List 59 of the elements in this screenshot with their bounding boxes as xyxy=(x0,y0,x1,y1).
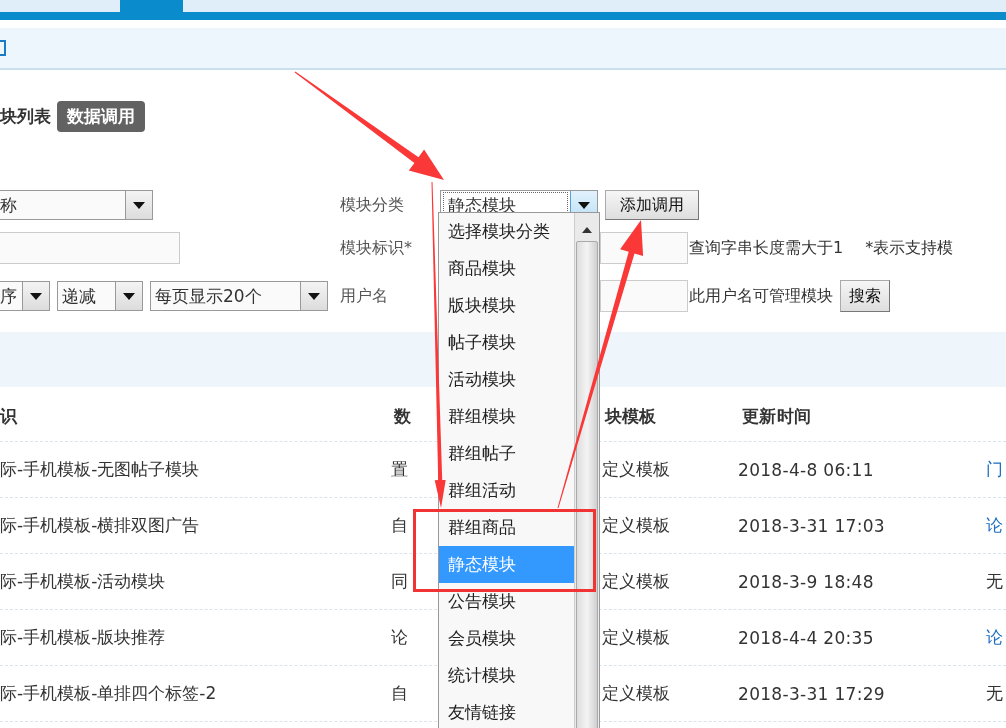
table-cell-text: 定义模板 xyxy=(602,570,672,593)
bracket-icon[interactable] xyxy=(0,40,6,56)
sort-order-select[interactable]: 递减 xyxy=(57,281,143,311)
dropdown-option[interactable]: 公告模块 xyxy=(448,583,516,620)
table-cell: 论 xyxy=(391,626,409,649)
table-cell-text: 际-手机模板-横排双图广告 xyxy=(0,514,201,537)
table-cell-text: 定义模板 xyxy=(602,626,672,649)
table-cell-text: 际-手机模板-活动模块 xyxy=(0,570,167,593)
data-call-tab[interactable]: 数据调用 xyxy=(57,100,145,132)
name-select[interactable]: 称 xyxy=(0,190,153,220)
dropdown-option[interactable]: 会员模块 xyxy=(448,620,516,657)
dropdown-option[interactable]: 统计模块 xyxy=(448,657,516,694)
sort-field-select[interactable]: 序 xyxy=(0,281,50,311)
search-button[interactable]: 搜索 xyxy=(840,280,890,312)
input-field[interactable] xyxy=(600,280,688,312)
dropdown-option[interactable]: 版块模块 xyxy=(448,287,516,324)
dropdown-option[interactable]: 帖子模块 xyxy=(448,324,516,361)
section-title: 块列表 xyxy=(0,104,51,128)
table-link[interactable]: 论 xyxy=(986,514,1006,537)
column-header: 数 xyxy=(394,405,411,428)
column-header: 更新时间 xyxy=(742,405,813,428)
table-cell: 自 xyxy=(391,682,409,705)
table-cell-text: 无 xyxy=(986,570,1005,593)
page-size-select[interactable]: 每页显示20个 xyxy=(150,281,328,311)
table-cell-text: 定义模板 xyxy=(602,514,672,537)
scroll-up-icon[interactable] xyxy=(582,227,593,233)
hint-text: 此用户名可管理模块 xyxy=(689,285,833,307)
table-cell-text: 2018-4-4 20:35 xyxy=(738,627,875,648)
table-cell-text: 际-手机模板-版块推荐 xyxy=(0,626,167,649)
field-label: 用户名 xyxy=(340,285,389,307)
dropdown-option[interactable]: 群组商品 xyxy=(448,509,516,546)
table-cell: 自 xyxy=(391,514,409,537)
column-header: 识 xyxy=(0,405,19,428)
table-cell: 置 xyxy=(391,458,409,481)
table-cell-text: 2018-3-31 17:03 xyxy=(738,515,886,536)
table-link[interactable]: 论 xyxy=(986,626,1006,649)
input-field[interactable] xyxy=(0,232,180,264)
table-cell-text: 际-手机模板-无图帖子模块 xyxy=(0,458,201,481)
dropdown-option[interactable]: 商品模块 xyxy=(448,250,516,287)
table-cell-text: 际-手机模板-单排四个标签-2 xyxy=(0,682,218,705)
hint-text: *表示支持模 xyxy=(865,237,954,259)
table-cell-text: 2018-3-9 18:48 xyxy=(738,571,875,592)
table-link[interactable]: 门 xyxy=(986,458,1006,481)
table-cell-text: 2018-4-8 06:11 xyxy=(738,459,875,480)
table-cell-text: 无 xyxy=(986,682,1005,705)
table-cell-text: 2018-3-31 17:29 xyxy=(738,683,886,704)
dropdown-option[interactable]: 活动模块 xyxy=(448,361,516,398)
dropdown-option[interactable]: 友情链接 xyxy=(448,694,516,728)
field-label: 模块标识* xyxy=(340,237,413,259)
column-header: 块模板 xyxy=(605,405,657,428)
dropdown-option[interactable]: 群组帖子 xyxy=(448,435,516,472)
add-call-button[interactable]: 添加调用 xyxy=(605,190,699,220)
table-cell-text: 定义模板 xyxy=(602,458,672,481)
dropdown-option[interactable]: 群组模块 xyxy=(448,398,516,435)
hint-text: 查询字串长度需大于1 xyxy=(689,237,844,259)
field-label: 模块分类 xyxy=(340,194,405,216)
table-cell: 同 xyxy=(391,570,409,593)
dropdown-option[interactable]: 群组活动 xyxy=(448,472,516,509)
table-cell-text: 定义模板 xyxy=(602,682,672,705)
